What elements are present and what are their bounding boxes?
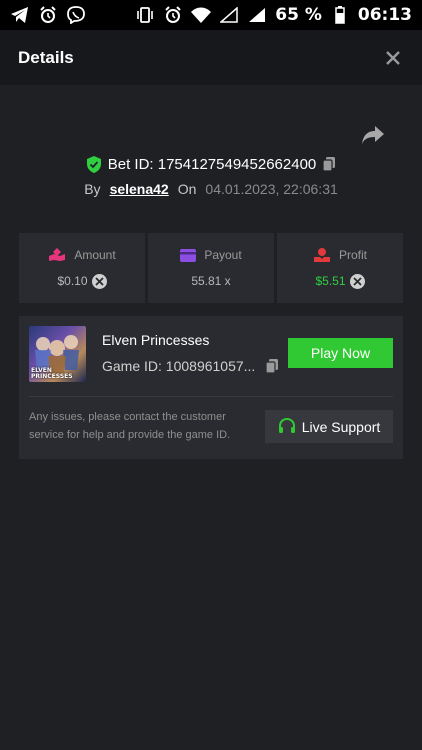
game-id-row: Game ID: 1008961057... — [102, 358, 279, 374]
signal-icon — [247, 6, 267, 24]
on-label: On — [177, 181, 197, 197]
alarm-icon — [163, 6, 183, 24]
bet-stats: Amount $0.10 Payout 55.81 x Profit $5.51 — [19, 233, 403, 303]
game-id: Game ID: 1008961057... — [102, 358, 256, 374]
live-support-button[interactable]: Live Support — [265, 410, 393, 443]
by-label: By — [84, 181, 101, 197]
copy-icon[interactable] — [322, 156, 336, 172]
headset-icon — [278, 418, 296, 435]
signal-icon — [219, 6, 239, 24]
shield-check-icon — [86, 155, 102, 173]
amount-icon — [48, 247, 66, 262]
cross-icon — [349, 273, 365, 289]
game-name: Elven Princesses — [102, 332, 210, 348]
stat-payout: Payout 55.81 x — [148, 233, 274, 303]
page-title: Details — [18, 47, 74, 67]
stat-value: 55.81 x — [191, 274, 231, 288]
viber-icon — [66, 6, 86, 24]
share-button[interactable] — [360, 124, 386, 146]
stat-label: Amount — [74, 247, 116, 262]
copy-icon[interactable] — [265, 358, 279, 374]
bet-id: Bet ID: 1754127549452662400 — [107, 155, 317, 173]
stat-amount: Amount $0.10 — [19, 233, 145, 303]
status-bar: 65 % 06:13 — [0, 0, 422, 30]
divider — [29, 396, 393, 397]
wifi-icon — [191, 6, 212, 24]
bet-meta-row: By selena42 On 04.01.2023, 22:06:31 — [0, 178, 422, 200]
thumbnail-title: ELVEN PRINCESSES — [31, 367, 73, 380]
stat-value: $0.10 — [57, 274, 88, 288]
stat-value: $5.51 — [315, 274, 346, 288]
vibrate-icon — [135, 6, 155, 24]
status-right: 65 % 06:13 — [135, 5, 412, 25]
bet-id-row: Bet ID: 1754127549452662400 — [0, 152, 422, 176]
username-link[interactable]: selena42 — [110, 181, 169, 197]
status-left — [10, 6, 86, 24]
game-card: ELVEN PRINCESSES Elven Princesses Game I… — [19, 316, 403, 459]
bet-date: 04.01.2023, 22:06:31 — [205, 181, 338, 197]
play-now-button[interactable]: Play Now — [288, 338, 393, 368]
game-thumbnail[interactable]: ELVEN PRINCESSES — [29, 326, 86, 382]
details-header: Details — [0, 30, 422, 85]
stat-label: Payout — [204, 248, 242, 262]
live-support-label: Live Support — [301, 418, 381, 435]
cross-icon — [91, 273, 107, 289]
telegram-icon — [10, 6, 30, 24]
close-icon — [386, 50, 400, 65]
alarm-icon — [38, 6, 58, 24]
profit-icon — [313, 247, 331, 262]
support-text: Any issues, please contact the customer … — [29, 411, 231, 441]
stat-label: Profit — [338, 247, 367, 262]
clock: 06:13 — [357, 5, 412, 25]
stat-profit: Profit $5.51 — [277, 233, 403, 303]
close-button[interactable] — [382, 47, 404, 69]
battery-icon — [330, 6, 350, 24]
wallet-icon — [180, 248, 197, 262]
battery-percent: 65 % — [275, 5, 322, 25]
share-icon — [362, 126, 384, 144]
